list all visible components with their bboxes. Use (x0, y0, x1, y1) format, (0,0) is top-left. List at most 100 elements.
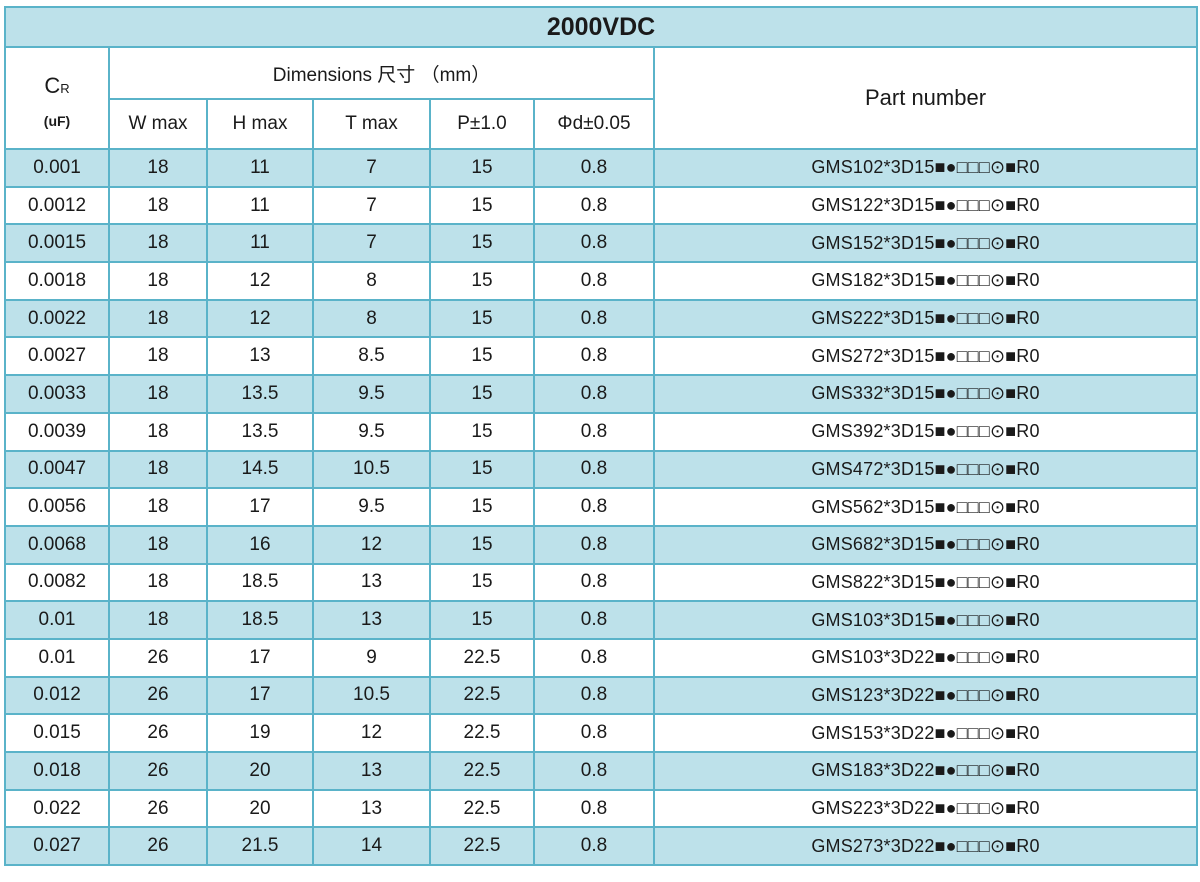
p-cell: 22.5 (429, 751, 535, 791)
d-cell: 0.8 (533, 487, 655, 527)
table-row: 0.027 26 21.5 14 22.5 0.8 GMS273*3D22■●□□□⊙■R0 (4, 826, 1199, 867)
table-body: 0.001 18 11 7 15 0.8 GMS102*3D15■●□□□⊙■R0 0.001… (4, 148, 1199, 867)
w-cell: 18 (108, 411, 208, 452)
t-cell: 13 (312, 562, 431, 603)
d-cell: 0.8 (533, 637, 655, 678)
part-number-cell: GMS222*3D15■●□□□⊙■R0 (652, 298, 1199, 339)
t-cell: 12 (312, 524, 431, 565)
table-row: 0.022 26 20 13 22.5 0.8 GMS223*3D22■●□□□⊙■R0 (4, 788, 1199, 829)
pitch-header: P±1.0 (429, 98, 535, 150)
part-number-cell: GMS183*3D22■●□□□⊙■R0 (652, 751, 1199, 791)
p-cell: 15 (429, 223, 535, 264)
w-cell: 18 (108, 336, 208, 377)
h-cell: 13 (206, 336, 314, 377)
part-number-cell: GMS273*3D22■●□□□⊙■R0 (652, 826, 1199, 867)
table-title: 2000VDC (3, 6, 1199, 48)
h-cell: 11 (206, 185, 314, 226)
part-number-cell: GMS123*3D22■●□□□⊙■R0 (652, 675, 1199, 716)
p-cell: 22.5 (429, 637, 535, 678)
table-row: 0.018 26 20 13 22.5 0.8 GMS183*3D22■●□□□⊙■R0 (4, 751, 1199, 791)
w-cell: 18 (108, 298, 208, 339)
p-cell: 22.5 (429, 788, 535, 829)
p-cell: 15 (429, 600, 535, 640)
w-cell: 26 (108, 788, 208, 829)
p-cell: 15 (429, 185, 535, 226)
capacitor-spec-table: 2000VDC CR (uF) Dimensions 尺寸 （mm） Part … (3, 6, 1199, 867)
cr-cell: 0.0022 (4, 298, 110, 339)
t-cell: 9 (312, 637, 431, 678)
h-cell: 11 (206, 148, 314, 188)
h-cell: 13.5 (206, 411, 314, 452)
p-cell: 22.5 (429, 826, 535, 867)
w-cell: 18 (108, 562, 208, 603)
w-cell: 18 (108, 524, 208, 565)
cr-cell: 0.0033 (4, 374, 110, 414)
table-row: 0.0033 18 13.5 9.5 15 0.8 GMS332*3D15■●□□□⊙■R0 (4, 374, 1199, 414)
cr-cell: 0.0082 (4, 562, 110, 603)
part-number-cell: GMS392*3D15■●□□□⊙■R0 (652, 411, 1199, 452)
cr-cell: 0.01 (4, 600, 110, 640)
cr-cell: 0.022 (4, 788, 110, 829)
h-cell: 17 (206, 675, 314, 716)
part-number-cell: GMS223*3D22■●□□□⊙■R0 (652, 788, 1199, 829)
table-row: 0.0018 18 12 8 15 0.8 GMS182*3D15■●□□□⊙■R0 (4, 261, 1199, 301)
t-cell: 7 (312, 223, 431, 264)
h-cell: 17 (206, 637, 314, 678)
p-cell: 15 (429, 524, 535, 565)
table-row: 0.01 18 18.5 13 15 0.8 GMS103*3D15■●□□□⊙■R0 (4, 600, 1199, 640)
t-cell: 9.5 (312, 374, 431, 414)
cr-cell: 0.027 (4, 826, 110, 867)
table-row: 0.0056 18 17 9.5 15 0.8 GMS562*3D15■●□□□⊙■R0 (4, 487, 1199, 527)
cr-cell: 0.0068 (4, 524, 110, 565)
t-cell: 7 (312, 148, 431, 188)
h-cell: 20 (206, 751, 314, 791)
h-max-header: H max (206, 98, 314, 150)
d-cell: 0.8 (533, 336, 655, 377)
t-cell: 14 (312, 826, 431, 867)
d-cell: 0.8 (533, 411, 655, 452)
h-cell: 12 (206, 298, 314, 339)
t-cell: 9.5 (312, 487, 431, 527)
h-cell: 12 (206, 261, 314, 301)
d-cell: 0.8 (533, 298, 655, 339)
p-cell: 15 (429, 261, 535, 301)
lead-diameter-header: Φd±0.05 (533, 98, 655, 150)
t-cell: 10.5 (312, 675, 431, 716)
w-max-header: W max (108, 98, 208, 150)
w-cell: 18 (108, 449, 208, 490)
p-cell: 15 (429, 374, 535, 414)
p-cell: 15 (429, 336, 535, 377)
w-cell: 26 (108, 675, 208, 716)
w-cell: 18 (108, 374, 208, 414)
d-cell: 0.8 (533, 675, 655, 716)
part-number-cell: GMS332*3D15■●□□□⊙■R0 (652, 374, 1199, 414)
cr-cell: 0.0056 (4, 487, 110, 527)
w-cell: 26 (108, 713, 208, 753)
cr-cell: 0.0012 (4, 185, 110, 226)
d-cell: 0.8 (533, 449, 655, 490)
part-number-cell: GMS182*3D15■●□□□⊙■R0 (652, 261, 1199, 301)
t-cell: 13 (312, 751, 431, 791)
table-row: 0.0015 18 11 7 15 0.8 GMS152*3D15■●□□□⊙■R0 (4, 223, 1199, 264)
d-cell: 0.8 (533, 524, 655, 565)
d-cell: 0.8 (533, 788, 655, 829)
cr-symbol: CR (44, 73, 70, 98)
w-cell: 26 (108, 826, 208, 867)
p-cell: 22.5 (429, 713, 535, 753)
dimensions-header: Dimensions 尺寸 （mm） (108, 46, 655, 100)
t-cell: 12 (312, 713, 431, 753)
d-cell: 0.8 (533, 826, 655, 867)
h-cell: 18.5 (206, 600, 314, 640)
h-cell: 17 (206, 487, 314, 527)
h-cell: 18.5 (206, 562, 314, 603)
d-cell: 0.8 (533, 261, 655, 301)
h-cell: 16 (206, 524, 314, 565)
h-cell: 13.5 (206, 374, 314, 414)
part-number-cell: GMS822*3D15■●□□□⊙■R0 (652, 562, 1199, 603)
part-number-cell: GMS272*3D15■●□□□⊙■R0 (652, 336, 1199, 377)
h-cell: 14.5 (206, 449, 314, 490)
p-cell: 15 (429, 449, 535, 490)
table-row: 0.01 26 17 9 22.5 0.8 GMS103*3D22■●□□□⊙■R0 (4, 637, 1199, 678)
h-cell: 19 (206, 713, 314, 753)
w-cell: 18 (108, 261, 208, 301)
